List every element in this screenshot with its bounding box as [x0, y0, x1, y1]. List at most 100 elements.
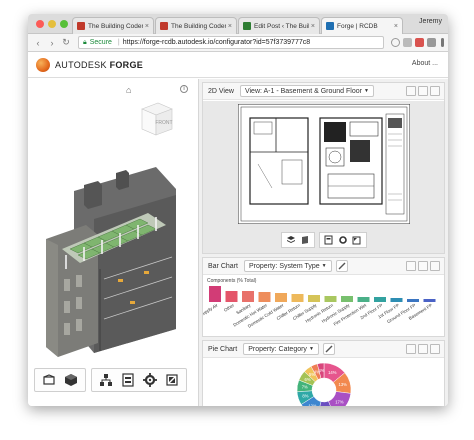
sheet-viewer[interactable] [203, 101, 444, 253]
edit-pencil-icon[interactable] [335, 260, 348, 272]
bar-chart-axis-title: Components (% Total) [207, 278, 257, 284]
pie-label-6: 7% [301, 384, 307, 389]
fullscreen-icon[interactable] [350, 233, 364, 247]
bar-1[interactable] [225, 291, 238, 302]
browser-tab-active[interactable]: Forge | RCDB × [321, 17, 403, 34]
favicon-icon [77, 22, 85, 30]
favicon-icon [326, 22, 334, 30]
bar-chart-area[interactable]: Components (% Total) Supply Air Other Sani… [199, 276, 445, 336]
structure-icon[interactable] [95, 370, 117, 390]
properties-icon[interactable] [322, 233, 336, 247]
extension-icon[interactable] [403, 38, 412, 47]
bar-8[interactable] [341, 296, 353, 302]
brand-autodesk: AUTODESK [55, 59, 107, 70]
pie-label-10: 4% [318, 368, 324, 373]
pie-label-5: 8% [302, 394, 308, 399]
about-link[interactable]: About ... [412, 60, 438, 67]
navigation-tools [34, 368, 86, 392]
close-icon[interactable] [430, 261, 440, 271]
minimize-icon[interactable] [418, 261, 428, 271]
pie-label-2: 17% [335, 399, 344, 404]
address-bar[interactable]: 🔒︎ Secure | https://forge-rcdb.autodesk.… [78, 36, 384, 49]
pin-icon[interactable] [406, 261, 416, 271]
sheets-icon[interactable] [298, 233, 312, 247]
pie-label-4: 12% [308, 403, 317, 406]
browser-tab[interactable]: Edit Post ‹ The Build × [238, 17, 320, 34]
pie-chart-area[interactable]: 14%13%17%10%12%8%7%6%5%4%4% [203, 359, 444, 406]
minimize-window-button[interactable] [48, 20, 56, 28]
settings-icon[interactable] [139, 370, 161, 390]
brand-forge: FORGE [109, 59, 144, 70]
bar-2[interactable] [242, 291, 254, 302]
bar-11[interactable] [390, 298, 403, 302]
pin-icon[interactable] [406, 86, 416, 96]
minimize-icon[interactable] [418, 344, 428, 354]
bar-property-dropdown[interactable]: Property: System Type ▼ [243, 260, 332, 272]
maximize-window-button[interactable] [60, 20, 68, 28]
bar-6[interactable] [308, 295, 320, 302]
building-model[interactable] [36, 129, 186, 359]
info-icon[interactable]: i [180, 85, 188, 93]
orbit-icon[interactable] [38, 370, 60, 390]
browser-tab[interactable]: The Building Coder: × [72, 17, 154, 34]
sheet-toolbar [279, 232, 369, 248]
fullscreen-icon[interactable] [161, 370, 183, 390]
lock-icon: 🔒︎ [83, 38, 87, 46]
sheet-nav-tools [280, 232, 315, 248]
forward-icon[interactable]: › [46, 37, 58, 49]
bar-0[interactable] [209, 286, 221, 302]
tab-label: The Building Coder: [171, 22, 226, 30]
tab-label: The Building Coder: [88, 22, 143, 30]
app-header: AUTODESK FORGE About ... [28, 52, 448, 78]
bar-13[interactable] [423, 299, 436, 302]
bar-5[interactable] [291, 294, 304, 302]
cube-icon[interactable] [60, 370, 82, 390]
close-icon[interactable] [430, 344, 440, 354]
bar-label-1: Other [223, 302, 235, 312]
close-tab-icon[interactable]: × [145, 23, 149, 30]
close-window-button[interactable] [36, 20, 44, 28]
bar-9[interactable] [357, 297, 370, 302]
pie-property-dropdown[interactable]: Property: Category ▼ [243, 343, 319, 355]
settings-icon[interactable] [336, 233, 350, 247]
pin-icon[interactable] [406, 344, 416, 354]
bar-10[interactable] [374, 297, 386, 302]
extension-icon[interactable] [415, 38, 424, 47]
bookmark-star-icon[interactable] [391, 38, 400, 47]
sheet-tools [318, 232, 367, 248]
tab-label: Forge | RCDB [337, 22, 378, 30]
brand-title[interactable]: AUTODESK FORGE [55, 60, 143, 70]
layers-icon[interactable] [284, 233, 298, 247]
extension-icon[interactable] [427, 38, 436, 47]
bar-7[interactable] [324, 296, 337, 302]
menu-icon[interactable] [441, 38, 444, 47]
close-tab-icon[interactable]: × [394, 23, 398, 30]
browser-tab[interactable]: The Building Coder: × [155, 17, 237, 34]
viewer-3d[interactable]: ⌂ i FRONT [28, 79, 199, 406]
bar-chart-title: Bar Chart [208, 262, 238, 270]
pie-chart-header: Pie Chart Property: Category ▼ [203, 341, 444, 358]
reload-icon[interactable]: ↻ [60, 37, 72, 49]
minimize-icon[interactable] [418, 86, 428, 96]
profile-name[interactable]: Jeremy [419, 18, 442, 25]
bar-4[interactable] [275, 293, 287, 302]
view2d-dropdown-label: View: A-1 - Basement & Ground Floor [244, 87, 362, 95]
bar-chart-header: Bar Chart Property: System Type ▼ [203, 258, 444, 275]
back-icon[interactable]: ‹ [32, 37, 44, 49]
view2d-dropdown[interactable]: View: A-1 - Basement & Ground Floor ▼ [239, 85, 374, 97]
close-tab-icon[interactable]: × [311, 23, 315, 30]
edit-pencil-icon[interactable] [322, 343, 335, 355]
properties-icon[interactable] [117, 370, 139, 390]
chevron-down-icon: ▼ [321, 263, 327, 269]
bar-3[interactable] [258, 292, 271, 302]
bar-label-0: Supply Air [203, 302, 219, 317]
view2d-title: 2D View [208, 87, 234, 95]
close-icon[interactable] [430, 86, 440, 96]
bar-chart[interactable]: Supply Air Other SanitaryDomestic Hot Wate… [199, 276, 445, 334]
close-tab-icon[interactable]: × [228, 23, 232, 30]
pie-chart[interactable]: 14%13%17%10%12%8%7%6%5%4%4% [289, 359, 359, 406]
bar-12[interactable] [407, 299, 419, 302]
floor-plan-sheet [237, 104, 410, 224]
home-icon[interactable]: ⌂ [126, 85, 131, 95]
viewer-toolbar [34, 368, 192, 392]
